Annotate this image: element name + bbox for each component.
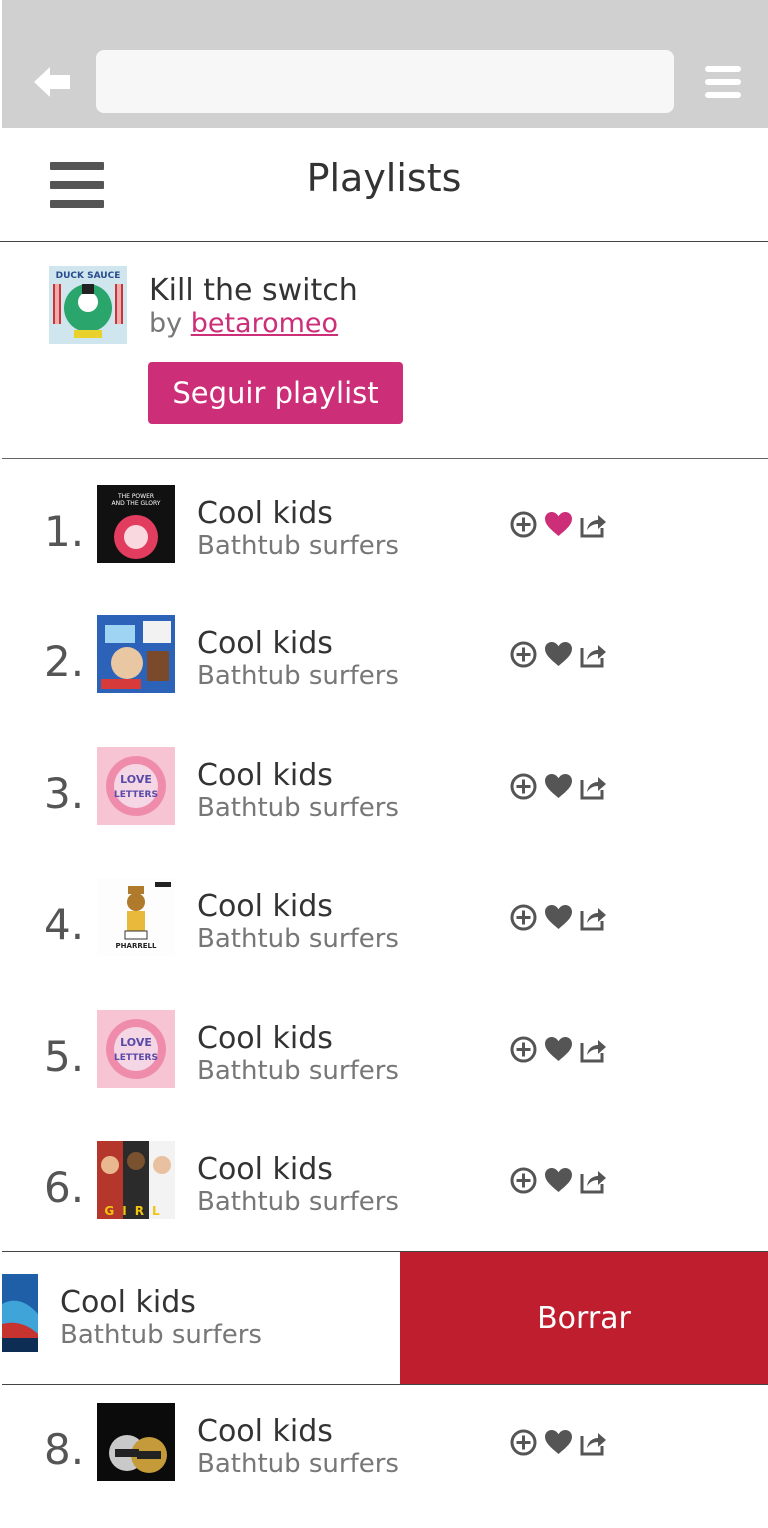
share-icon[interactable] (579, 903, 608, 932)
track-artist: Bathtub surfers (197, 1056, 399, 1086)
add-circle-icon[interactable] (509, 1166, 538, 1195)
playlist-cover: DUCK SAUCE (49, 266, 127, 344)
track-row[interactable]: 2. Cool kids Bathtub surfers (0, 615, 768, 745)
svg-text:THE POWER: THE POWER (117, 493, 154, 500)
track-cover: LOVE LETTERS (97, 747, 175, 825)
share-icon[interactable] (579, 1035, 608, 1064)
track-artist: Bathtub surfers (60, 1320, 262, 1350)
svg-text:AND THE GLORY: AND THE GLORY (112, 500, 161, 507)
track-number: 2. (44, 637, 85, 686)
track-row[interactable]: 3. LOVE LETTERS Cool kids Bathtub surfers (0, 747, 768, 877)
playlist-info: DUCK SAUCE Kill the switch by betaromeo … (2, 243, 768, 459)
follow-playlist-button[interactable]: Seguir playlist (148, 362, 403, 424)
share-icon[interactable] (579, 772, 608, 801)
track-name: Cool kids (60, 1285, 196, 1320)
track-actions (509, 639, 608, 669)
track-number: 1. (44, 507, 85, 556)
track-number: 8. (44, 1425, 85, 1474)
svg-text:DUCK SAUCE: DUCK SAUCE (56, 271, 121, 281)
track-row[interactable]: 4. PHARRELL Cool kids Bathtub surfers (0, 878, 768, 1008)
track-cover: LOVE LETTERS (97, 1010, 175, 1088)
delete-button[interactable]: Borrar (400, 1252, 768, 1384)
share-icon[interactable] (579, 640, 608, 669)
address-bar[interactable] (96, 50, 674, 113)
track-name: Cool kids (197, 626, 333, 661)
track-name: Cool kids (197, 496, 333, 531)
track-number: 3. (44, 769, 85, 818)
track-artist: Bathtub surfers (197, 1449, 399, 1479)
track-cover: GIRL (97, 1141, 175, 1219)
track-cover (97, 615, 175, 693)
track-row[interactable]: 1. THE POWER AND THE GLORY Cool kids Bath… (0, 485, 768, 615)
heart-icon[interactable] (544, 640, 573, 669)
playlist-title: Kill the switch (149, 273, 358, 308)
author-link[interactable]: betaromeo (191, 308, 338, 339)
track-name: Cool kids (197, 758, 333, 793)
heart-icon[interactable] (544, 1035, 573, 1064)
add-circle-icon[interactable] (509, 903, 538, 932)
track-actions (509, 902, 608, 932)
playlist-author-line: by betaromeo (149, 308, 338, 339)
add-circle-icon[interactable] (509, 772, 538, 801)
heart-icon[interactable] (544, 1428, 573, 1457)
track-cover (97, 1403, 175, 1481)
share-icon[interactable] (579, 1166, 608, 1195)
share-icon[interactable] (579, 1428, 608, 1457)
track-cover: PHARRELL (97, 878, 175, 956)
track-actions (509, 509, 608, 539)
app-header: Playlists (0, 128, 768, 242)
track-row[interactable]: 5. LOVE LETTERS Cool kids Bathtub surfers (0, 1010, 768, 1140)
track-artist: Bathtub surfers (197, 924, 399, 954)
track-actions (509, 1427, 608, 1457)
track-artist: Bathtub surfers (197, 531, 399, 561)
heart-icon[interactable] (544, 772, 573, 801)
track-name: Cool kids (197, 889, 333, 924)
track-number: 4. (44, 900, 85, 949)
track-artist: Bathtub surfers (197, 793, 399, 823)
browser-menu-icon[interactable] (705, 66, 741, 102)
heart-icon[interactable] (544, 510, 573, 539)
share-icon[interactable] (579, 510, 608, 539)
track-artist: Bathtub surfers (197, 661, 399, 691)
heart-icon[interactable] (544, 903, 573, 932)
svg-text:PHARRELL: PHARRELL (116, 942, 157, 950)
svg-text:GIRL: GIRL (104, 1204, 167, 1218)
track-artist: Bathtub surfers (197, 1187, 399, 1217)
track-actions (509, 1165, 608, 1195)
add-circle-icon[interactable] (509, 510, 538, 539)
svg-text:LETTERS: LETTERS (114, 790, 158, 800)
track-actions (509, 1034, 608, 1064)
track-row[interactable]: 8. Cool kids Bathtub surfers (0, 1403, 768, 1528)
heart-icon[interactable] (544, 1166, 573, 1195)
add-circle-icon[interactable] (509, 640, 538, 669)
add-circle-icon[interactable] (509, 1035, 538, 1064)
track-actions (509, 771, 608, 801)
track-number: 6. (44, 1163, 85, 1212)
svg-text:LOVE: LOVE (120, 773, 152, 786)
back-arrow-icon[interactable] (30, 62, 74, 102)
track-name: Cool kids (197, 1414, 333, 1449)
page-title: Playlists (306, 156, 462, 200)
swiped-track-row[interactable]: Cool kids Bathtub surfers Borrar (2, 1251, 768, 1385)
track-cover (2, 1274, 38, 1352)
track-number: 5. (44, 1032, 85, 1081)
track-name: Cool kids (197, 1021, 333, 1056)
browser-toolbar (2, 0, 768, 128)
add-circle-icon[interactable] (509, 1428, 538, 1457)
track-cover: THE POWER AND THE GLORY (97, 485, 175, 563)
track-name: Cool kids (197, 1152, 333, 1187)
svg-text:LOVE: LOVE (120, 1036, 152, 1049)
by-label: by (149, 308, 183, 339)
svg-text:LETTERS: LETTERS (114, 1053, 158, 1063)
